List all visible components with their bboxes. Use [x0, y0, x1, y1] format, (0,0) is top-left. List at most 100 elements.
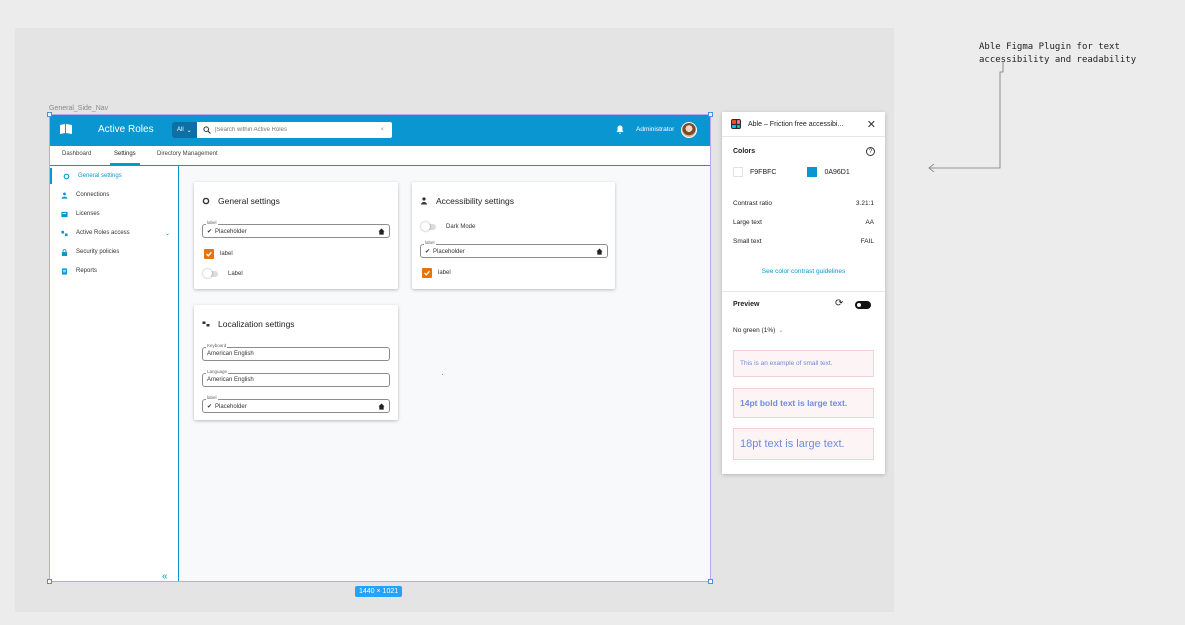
sidebar-item-general-settings[interactable]: General settings: [50, 168, 178, 184]
field-value: ✔ Placeholder: [207, 228, 247, 236]
chevron-down-icon[interactable]: ⌄: [165, 230, 170, 237]
field-value: American English: [207, 351, 254, 357]
check-icon: ✔: [207, 404, 213, 410]
sidebar-item-label: Reports: [76, 268, 98, 274]
plugin-title: Able – Friction free accessibi...: [748, 120, 844, 128]
avatar[interactable]: [681, 122, 697, 138]
preview-heading: Preview: [733, 301, 760, 308]
vision-filter-dropdown[interactable]: No green (1%) ⌄: [733, 326, 784, 334]
clear-search-icon[interactable]: ×: [380, 127, 384, 133]
large-text-value: AA: [865, 219, 874, 226]
tab-bar: Dashboard Settings Directory Management: [50, 146, 710, 166]
sidebar-item-security-policies[interactable]: Security policies: [50, 244, 178, 260]
placeholder-field[interactable]: label ✔ Placeholder: [202, 395, 390, 413]
label-toggle-row[interactable]: Label: [203, 269, 243, 278]
card-title: Accessibility settings: [420, 196, 514, 206]
frame-label: General_Side_Nav: [49, 105, 109, 112]
sidebar-item-active-roles-access[interactable]: Active Roles access ⌄: [50, 225, 178, 241]
toggle-label: Dark Mode: [446, 224, 476, 230]
color-swatch-1[interactable]: [733, 167, 743, 177]
sidebar-item-licenses[interactable]: Licenses: [50, 206, 178, 222]
placeholder-field[interactable]: label ✔ Placeholder: [202, 220, 390, 238]
tab-dashboard[interactable]: Dashboard: [62, 151, 91, 157]
plugin-header: Able – Friction free accessibi... ✕: [722, 112, 885, 137]
tab-directory-management[interactable]: Directory Management: [157, 151, 218, 157]
sample-large-text: 18pt text is large text.: [733, 428, 874, 460]
help-icon[interactable]: ?: [866, 147, 875, 156]
home-icon: [378, 228, 385, 235]
dark-mode-toggle-row[interactable]: Dark Mode: [421, 222, 476, 231]
label-checkbox-row[interactable]: label: [204, 249, 233, 259]
search-icon: [203, 126, 211, 134]
checkbox-checked[interactable]: [422, 268, 432, 278]
user-name[interactable]: Administrator: [636, 126, 674, 133]
contrast-guidelines-link[interactable]: See color contrast guidelines: [722, 268, 885, 275]
sidebar-item-label: Licenses: [76, 211, 100, 217]
filter-value: No green (1%): [733, 327, 776, 334]
home-icon: [378, 403, 385, 410]
check-icon: ✔: [425, 249, 431, 255]
color-2-hex[interactable]: 0A96D1: [824, 169, 849, 176]
main-content: General settings label ✔ Placeholder lab…: [179, 166, 710, 581]
colors-heading: Colors: [733, 148, 756, 155]
language-field[interactable]: Language American English: [202, 369, 390, 387]
checkbox-checked[interactable]: [204, 249, 214, 259]
sidebar-item-reports[interactable]: Reports: [50, 263, 178, 279]
toggle-switch[interactable]: [203, 269, 218, 278]
refresh-icon[interactable]: ⟳: [835, 298, 843, 309]
color-1-hex[interactable]: F9FBFC: [750, 169, 776, 176]
dark-mode-toggle[interactable]: [421, 222, 436, 231]
preview-toggle[interactable]: [855, 301, 871, 309]
chevron-down-icon: ⌄: [186, 127, 192, 134]
small-text-value: FAIL: [860, 238, 874, 245]
label-checkbox-row[interactable]: label: [422, 268, 451, 278]
able-plugin-panel: Able – Friction free accessibi... ✕ Colo…: [722, 112, 885, 474]
field-label: label: [206, 220, 218, 225]
card-title: Localization settings: [202, 319, 295, 329]
stray-dot: [442, 374, 443, 375]
close-icon[interactable]: ✕: [867, 118, 876, 131]
field-value: ✔ Placeholder: [425, 248, 465, 256]
resize-handle[interactable]: [47, 579, 52, 584]
app-title: Active Roles: [98, 124, 154, 135]
access-icon: [58, 230, 70, 237]
small-text-label: Small text: [733, 238, 762, 245]
sidebar-item-label: Security policies: [76, 249, 120, 255]
field-value-text: Placeholder: [215, 228, 247, 235]
bell-icon[interactable]: [616, 125, 624, 134]
placeholder-field[interactable]: label ✔ Placeholder: [420, 240, 608, 258]
gear-icon: [202, 197, 210, 205]
sidebar-item-label: General settings: [78, 173, 122, 179]
color-swatches: F9FBFC 0A96D1: [733, 167, 850, 177]
sidebar-item-label: Active Roles access: [76, 230, 130, 236]
person-icon: [421, 197, 427, 205]
sidebar-item-label: Connections: [76, 192, 110, 198]
top-bar: Active Roles All ⌄ × Administrator: [50, 115, 710, 146]
app-frame: Active Roles All ⌄ × Administrator Dashb…: [47, 112, 713, 584]
color-swatch-2[interactable]: [807, 167, 818, 177]
annotation-note: Able Figma Plugin for text accessibility…: [979, 42, 1137, 65]
check-icon: ✔: [207, 229, 213, 235]
logo-icon: [60, 124, 72, 134]
resize-handle[interactable]: [47, 112, 52, 117]
card-title: General settings: [202, 196, 280, 206]
field-value-text: Placeholder: [215, 403, 247, 410]
general-settings-title: General settings: [218, 196, 280, 206]
annotation-arrow: [928, 62, 1004, 173]
accessibility-settings-card: Accessibility settings Dark Mode label ✔…: [412, 182, 615, 289]
sample-small-text: This is an example of small text.: [733, 350, 874, 377]
resize-handle[interactable]: [708, 112, 713, 117]
large-text-row: Large text AA: [733, 219, 874, 226]
collapse-sidebar-button[interactable]: «: [162, 571, 168, 582]
search-scope-dropdown[interactable]: All ⌄: [172, 122, 197, 138]
tab-settings[interactable]: Settings: [110, 151, 140, 165]
sidebar-item-connections[interactable]: Connections: [50, 187, 178, 203]
resize-handle[interactable]: [708, 579, 713, 584]
people-icon: [58, 192, 70, 199]
keyboard-field[interactable]: Keyboard American English: [202, 343, 390, 361]
field-label: label: [424, 240, 436, 245]
frame-dimensions-badge: 1440 × 1021: [355, 586, 403, 597]
checkbox-label: label: [438, 270, 451, 276]
report-icon: [58, 267, 70, 275]
search-input[interactable]: [214, 127, 375, 133]
